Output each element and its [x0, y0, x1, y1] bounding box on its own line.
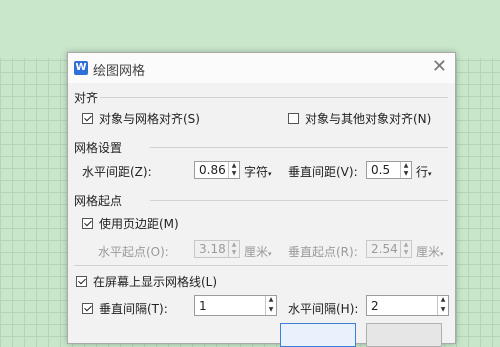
horizontal-origin-value[interactable]: 3.18	[195, 242, 228, 256]
spin-down-icon[interactable]: ▼	[401, 249, 411, 257]
spin-up-icon[interactable]: ▲	[401, 162, 411, 170]
show-gridlines-label: 在屏幕上显示网格线(L)	[93, 275, 218, 289]
spin-down-icon[interactable]: ▼	[229, 170, 239, 178]
wps-writer-icon: W	[74, 61, 88, 75]
vertical-origin-unit-dropdown[interactable]: 厘米▾	[416, 243, 444, 260]
horizontal-every-value[interactable]: 2	[367, 299, 437, 313]
vertical-spacing-value[interactable]: 0.5	[367, 163, 400, 177]
horizontal-every-stepper[interactable]: 2 ▲ ▼	[366, 295, 449, 316]
vertical-every-checkbox[interactable]	[82, 303, 93, 314]
close-icon[interactable]: ✕	[432, 58, 447, 76]
horizontal-origin-stepper[interactable]: 3.18 ▲ ▼	[194, 240, 240, 258]
horizontal-origin-label: 水平起点(O):	[98, 245, 169, 259]
spin-up-icon[interactable]: ▲	[229, 241, 239, 249]
chevron-down-icon: ▾	[268, 170, 272, 178]
horizontal-origin-unit-dropdown[interactable]: 厘米▾	[244, 243, 272, 260]
spin-down-icon[interactable]: ▼	[438, 306, 448, 316]
snap-to-objects-checkbox[interactable]	[288, 113, 299, 124]
spin-down-icon[interactable]: ▼	[266, 306, 276, 316]
show-gridlines-option[interactable]: 在屏幕上显示网格线(L)	[76, 273, 217, 290]
snap-to-grid-checkbox[interactable]	[82, 113, 93, 124]
use-margins-label: 使用页边距(M)	[99, 217, 179, 231]
chevron-down-icon: ▾	[268, 250, 272, 258]
chevron-down-icon: ▾	[440, 250, 444, 258]
grid-origin-divider	[150, 200, 448, 201]
ok-button[interactable]	[280, 323, 356, 347]
align-section-header: 对齐	[74, 91, 99, 105]
grid-settings-header: 网格设置	[74, 141, 123, 155]
align-divider	[100, 97, 448, 98]
horizontal-spacing-stepper[interactable]: 0.86 ▲ ▼	[194, 161, 240, 179]
vertical-spacing-label: 垂直间距(V):	[288, 165, 358, 179]
spin-up-icon[interactable]: ▲	[438, 296, 448, 306]
document-background	[0, 0, 500, 58]
spin-up-icon[interactable]: ▲	[401, 241, 411, 249]
spin-down-icon[interactable]: ▼	[401, 170, 411, 178]
vertical-every-label: 垂直间隔(T):	[99, 302, 168, 316]
grid-origin-header: 网格起点	[74, 194, 123, 208]
vertical-origin-value[interactable]: 2.54	[367, 242, 400, 256]
horizontal-spacing-unit-dropdown[interactable]: 字符▾	[244, 163, 272, 180]
show-gridlines-checkbox[interactable]	[76, 276, 87, 287]
spin-up-icon[interactable]: ▲	[229, 162, 239, 170]
use-margins-checkbox[interactable]	[82, 218, 93, 229]
vertical-spacing-stepper[interactable]: 0.5 ▲ ▼	[366, 161, 412, 179]
snap-to-grid-label: 对象与网格对齐(S)	[99, 112, 200, 126]
snap-to-objects-option[interactable]: 对象与其他对象对齐(N)	[288, 110, 431, 127]
vertical-every-stepper[interactable]: 1 ▲ ▼	[194, 295, 277, 316]
horizontal-every-label: 水平间隔(H):	[288, 302, 359, 316]
vertical-origin-stepper[interactable]: 2.54 ▲ ▼	[366, 240, 412, 258]
vertical-spacing-unit-dropdown[interactable]: 行▾	[416, 163, 432, 180]
vertical-every-value[interactable]: 1	[195, 299, 265, 313]
title-bar: W 绘图网格 ✕	[68, 53, 455, 83]
horizontal-spacing-value[interactable]: 0.86	[195, 163, 228, 177]
vertical-every-option[interactable]: 垂直间隔(T):	[82, 300, 168, 317]
dialog-title: 绘图网格	[93, 64, 146, 79]
display-divider	[74, 265, 448, 266]
chevron-down-icon: ▾	[428, 170, 432, 178]
spin-down-icon[interactable]: ▼	[229, 249, 239, 257]
drawing-grid-dialog: W 绘图网格 ✕ 对齐 对象与网格对齐(S) 对象与其他对象对齐(N) 网格设置…	[67, 52, 456, 347]
grid-settings-divider	[150, 147, 448, 148]
spin-up-icon[interactable]: ▲	[266, 296, 276, 306]
horizontal-spacing-label: 水平间距(Z):	[82, 165, 152, 179]
snap-to-objects-label: 对象与其他对象对齐(N)	[305, 112, 432, 126]
cancel-button[interactable]	[366, 323, 442, 347]
snap-to-grid-option[interactable]: 对象与网格对齐(S)	[82, 110, 200, 127]
vertical-origin-label: 垂直起点(R):	[288, 245, 358, 259]
use-margins-option[interactable]: 使用页边距(M)	[82, 215, 179, 232]
